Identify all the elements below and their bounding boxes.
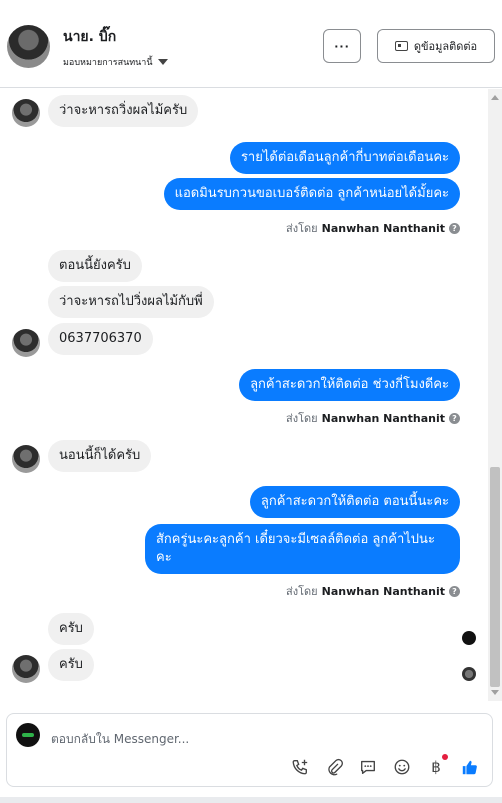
sent-by-label: ส่งโดย Nanwhan Nanthanit ? [286, 582, 460, 600]
incoming-message[interactable]: ครับ [48, 613, 94, 645]
help-icon[interactable]: ? [449, 412, 460, 424]
incoming-message[interactable]: ว่าจะหารถวิ่งผลไม้ครับ [48, 95, 199, 127]
sender-name: Nanwhan Nanthanit [321, 221, 445, 235]
outgoing-message[interactable]: ลูกค้าสะดวกให้ติดต่อ ตอนนี้นะคะ [249, 486, 460, 518]
sender-name: Nanwhan Nanthanit [321, 411, 445, 425]
view-contact-info-label: ดูข้อมูลติดต่อ [413, 40, 478, 53]
more-options-button[interactable]: ··· [323, 29, 361, 63]
contact-read-receipt-icon [462, 667, 476, 681]
sent-by-prefix: ส่งโดย [286, 222, 318, 235]
notification-badge [442, 754, 448, 760]
reply-composer: ตอบกลับใน Messenger... ฿ [6, 713, 493, 787]
like-icon[interactable] [460, 757, 480, 777]
incoming-message[interactable]: ว่าจะหารถไปวิ่งผลไม้กับพี่ [48, 286, 214, 318]
page-avatar [16, 723, 40, 747]
sent-by-prefix: ส่งโดย [286, 412, 318, 425]
contact-avatar-small [12, 329, 40, 357]
scroll-up-icon[interactable] [491, 95, 499, 100]
sent-by-prefix: ส่งโดย [286, 585, 318, 598]
emoji-icon[interactable] [392, 757, 412, 777]
contact-card-icon [394, 41, 408, 51]
outgoing-message[interactable]: สักครู่นะคะลูกค้า เดี๋ยวจะมีเซลล์ติดต่อ … [145, 524, 460, 574]
page-read-receipt-icon [462, 631, 476, 645]
outgoing-message[interactable]: แอดมินรบกวนขอเบอร์ติดต่อ ลูกค้าหน่อยได้ม… [163, 178, 460, 210]
contact-avatar-small [12, 445, 40, 473]
sent-by-label: ส่งโดย Nanwhan Nanthanit ? [286, 219, 460, 237]
paperclip-icon[interactable] [324, 757, 344, 777]
incoming-message[interactable]: ตอนนี้ยังครับ [48, 250, 142, 282]
saved-reply-icon[interactable] [358, 757, 378, 777]
outgoing-message[interactable]: ลูกค้าสะดวกให้ติดต่อ ช่วงกี่โมงดีคะ [239, 369, 460, 401]
reply-input[interactable]: ตอบกลับใน Messenger... [51, 730, 189, 749]
scrollbar-thumb[interactable] [490, 467, 500, 687]
sent-by-label: ส่งโดย Nanwhan Nanthanit ? [286, 409, 460, 427]
composer-toolbar: ฿ [290, 754, 480, 777]
phone-add-icon[interactable] [290, 757, 310, 777]
view-contact-info-button[interactable]: ดูข้อมูลติดต่อ [377, 29, 495, 63]
conversation-header: นาย. บิ๊ก มอบหมายการสนทนานี้ ··· ดูข้อมู… [0, 0, 502, 88]
scroll-down-icon[interactable] [491, 690, 499, 695]
thread-scrollbar[interactable] [488, 89, 502, 701]
assign-conversation-dropdown[interactable]: มอบหมายการสนทนานี้ [63, 55, 168, 69]
assign-label: มอบหมายการสนทนานี้ [63, 58, 153, 68]
contact-avatar-small [12, 99, 40, 127]
message-thread: ว่าจะหารถวิ่งผลไม้ครับ รายได้ต่อเดือนลูก… [0, 89, 488, 701]
incoming-message[interactable]: 0637706370 [48, 323, 153, 355]
contact-avatar-small [12, 655, 40, 683]
caret-down-icon [157, 59, 168, 65]
incoming-message[interactable]: ครับ [48, 649, 94, 681]
bottom-divider [0, 797, 502, 803]
help-icon[interactable]: ? [449, 585, 460, 597]
sender-name: Nanwhan Nanthanit [321, 584, 445, 598]
outgoing-message[interactable]: รายได้ต่อเดือนลูกค้ากี่บาทต่อเดือนคะ [229, 142, 460, 174]
help-icon[interactable]: ? [449, 222, 460, 234]
contact-avatar[interactable] [7, 25, 50, 68]
incoming-message[interactable]: นอนนี้ก็ได้ครับ [48, 440, 152, 472]
contact-name[interactable]: นาย. บิ๊ก [63, 26, 116, 48]
baht-icon[interactable]: ฿ [426, 754, 448, 777]
